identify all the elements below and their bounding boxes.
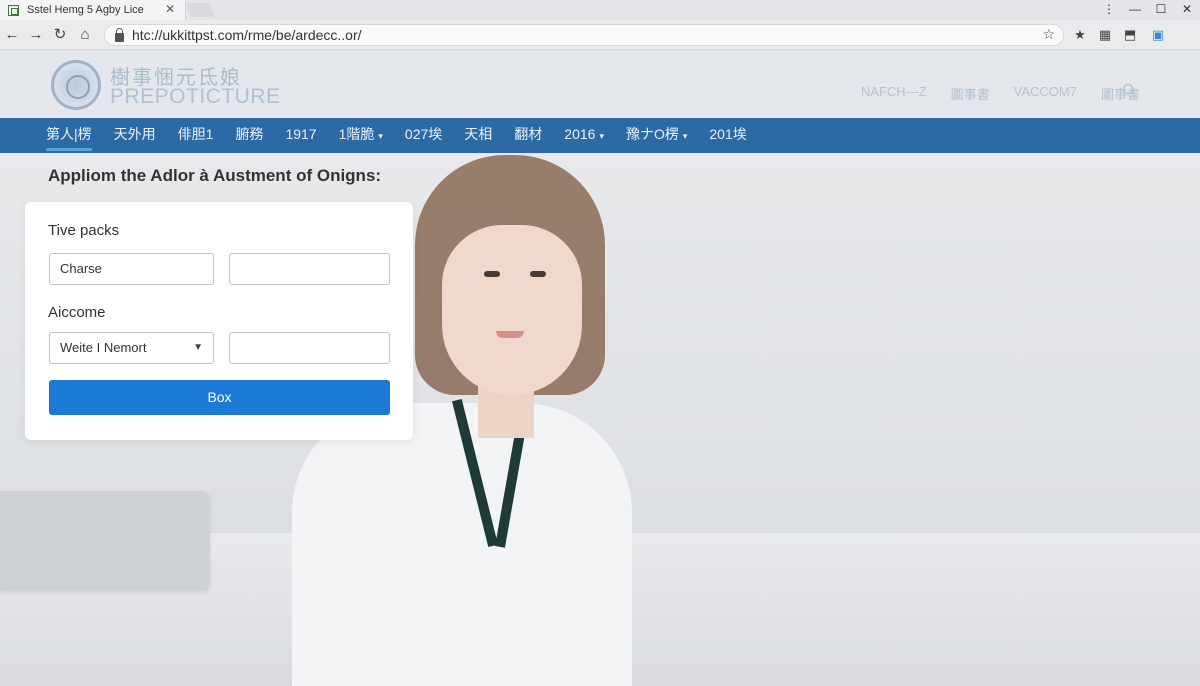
eye-right-shape [530,271,546,277]
select-dropdown[interactable]: Weite I Nemort ▼ [49,332,214,364]
favicon-icon [8,4,19,16]
text-input-2[interactable] [229,253,390,285]
logo-seal-icon[interactable] [51,60,101,110]
site-header: 樹事悃元氐娘 PREPOTICTURE NAFCH—Z 圖事書 VACCOM7 … [0,51,1200,118]
section-label-2: Aiccome [48,304,106,321]
back-arrow-icon[interactable]: ← [2,25,22,45]
window-controls: ⋮ — ☐ ✕ [1096,0,1200,20]
nav-item-12[interactable]: 201埃 [709,118,746,153]
browser-toolbar: ← → ↻ ⌂ htc://ukkittpst.com/rme/be/ardec… [0,20,1200,50]
nav-item-4[interactable]: 腑務 [235,118,263,153]
monitor-shape [0,491,210,591]
extension-icon[interactable]: ▣ [1149,26,1167,44]
chevron-down-icon: ▾ [378,131,383,141]
nav-item-6[interactable]: 1階脆 ▾ [339,118,383,153]
nav-item-5[interactable]: 1917 [285,118,316,153]
bookmark-star-icon[interactable]: ☆ [1042,26,1055,43]
close-window-icon[interactable]: ✕ [1174,0,1200,20]
url-text: htc://ukkittpst.com/rme/be/ardecc..or/ [132,27,362,43]
header-links: NAFCH—Z 圖事書 VACCOM7 圖事書 [837,84,1140,103]
lock-icon [115,27,124,42]
new-tab-button[interactable] [185,3,215,17]
text-input-1[interactable]: Charse [49,253,214,285]
nav-item-1[interactable]: 第人|楞 [46,118,92,153]
nav-item-3[interactable]: 俳胆1 [178,118,214,153]
address-bar[interactable]: htc://ukkittpst.com/rme/be/ardecc..or/ ☆ [104,24,1064,46]
maximize-icon[interactable]: ☐ [1148,0,1174,20]
nav-item-8[interactable]: 天相 [464,118,492,153]
forward-arrow-icon[interactable]: → [26,25,46,45]
mouth-shape [496,331,524,338]
face-shape [442,225,582,395]
menu-kebab-icon[interactable]: ⋮ [1096,0,1122,20]
home-icon[interactable]: ⌂ [75,25,95,45]
header-link-1[interactable]: NAFCH—Z [861,84,927,103]
form-card: Tive packs Charse Aiccome Weite I Nemort… [25,202,413,440]
text-input-3[interactable] [229,332,390,364]
collections-icon[interactable]: ▦ [1096,26,1114,44]
nav-item-11[interactable]: 豫ナO楞 ▾ [626,118,687,153]
section-label-1: Tive packs [48,222,120,239]
tab-title: Sstel Hemg 5 Agby Lice [27,4,144,16]
hero-content: Appliom the Adlor à Austment of Onigns: … [0,153,1200,686]
header-link-2[interactable]: 圖事書 [951,84,990,103]
eye-left-shape [484,271,500,277]
chevron-down-icon: ▾ [682,131,688,141]
nav-item-10[interactable]: 2016 ▾ [564,118,604,153]
logo-wordmark: PREPOTICTURE [110,85,281,108]
browser-tab[interactable]: Sstel Hemg 5 Agby Lice ✕ [0,0,186,20]
share-icon[interactable]: ⬒ [1121,26,1139,44]
search-icon[interactable] [1122,83,1137,98]
chevron-down-icon: ▾ [599,131,604,141]
close-tab-icon[interactable]: ✕ [165,2,175,16]
chevron-down-icon: ▼ [193,342,203,353]
header-link-3[interactable]: VACCOM7 [1014,84,1077,103]
select-value: Weite I Nemort [60,340,147,355]
nav-item-2[interactable]: 天外用 [114,118,156,153]
browser-tab-bar: Sstel Hemg 5 Agby Lice ✕ ⋮ — ☐ ✕ [0,0,1200,20]
favorites-icon[interactable]: ★ [1071,26,1089,44]
reload-icon[interactable]: ↻ [50,25,70,45]
nav-item-7[interactable]: 027埃 [405,118,442,153]
page-heading: Appliom the Adlor à Austment of Onigns: [48,166,382,185]
main-nav: 第人|楞 天外用 俳胆1 腑務 1917 1階脆 ▾ 027埃 天相 翻材 201… [0,118,1200,153]
submit-button[interactable]: Box [49,380,390,415]
nav-item-9[interactable]: 翻材 [514,118,542,153]
minimize-icon[interactable]: — [1122,0,1148,20]
